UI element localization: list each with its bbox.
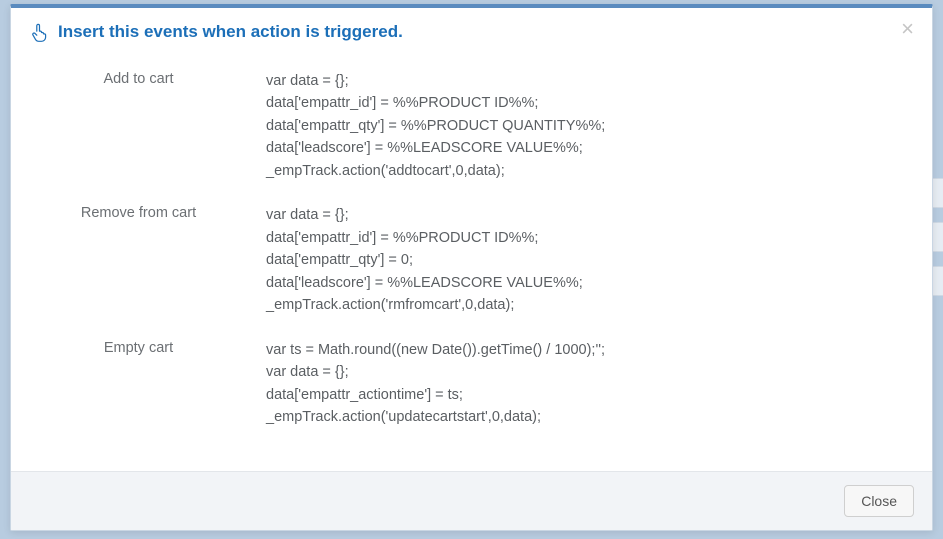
modal-title-text: Insert this events when action is trigge… [58,22,403,42]
modal-header: Insert this events when action is trigge… [11,8,932,52]
close-icon[interactable]: × [901,18,914,40]
event-row-add-to-cart: Add to cart var data = {}; data['empattr… [41,70,902,182]
event-label: Empty cart [41,339,236,356]
event-code: var ts = Math.round((new Date()).getTime… [266,339,902,429]
modal-footer: Close [11,471,932,530]
modal-title: Insert this events when action is trigge… [31,22,403,42]
event-row-empty-cart: Empty cart var ts = Math.round((new Date… [41,339,902,429]
event-code: var data = {}; data['empattr_id'] = %%PR… [266,204,902,316]
close-button[interactable]: Close [844,485,914,517]
hand-pointer-icon [31,23,48,42]
modal-body: Add to cart var data = {}; data['empattr… [11,52,932,471]
event-label: Remove from cart [41,204,236,221]
event-row-remove-from-cart: Remove from cart var data = {}; data['em… [41,204,902,316]
event-label: Add to cart [41,70,236,87]
event-code: var data = {}; data['empattr_id'] = %%PR… [266,70,902,182]
modal-dialog: Insert this events when action is trigge… [10,4,933,531]
